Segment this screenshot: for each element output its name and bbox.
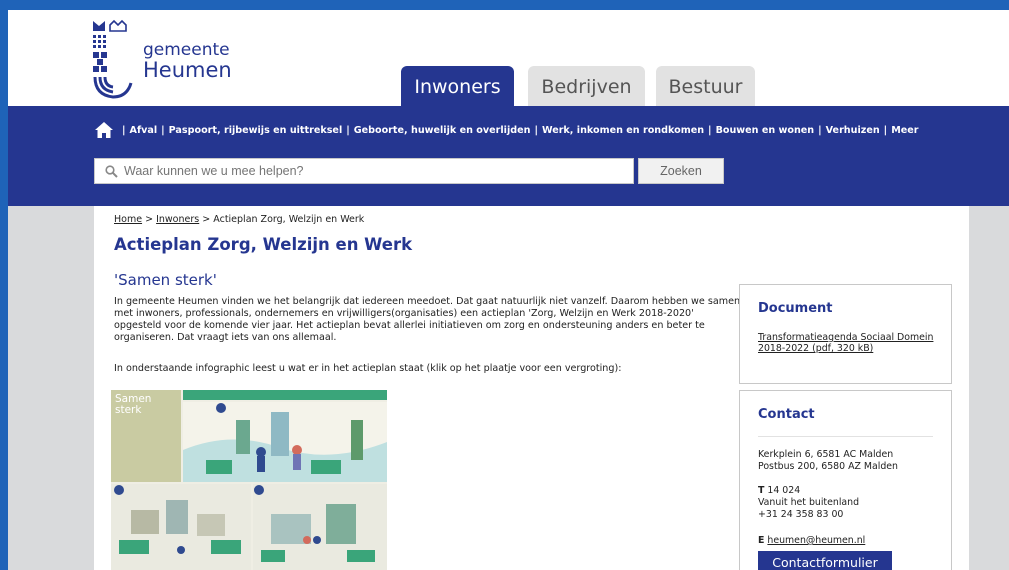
document-box: Document Transformatieagenda Sociaal Dom… <box>739 284 952 384</box>
contact-email-row: E heumen@heumen.nl <box>758 535 865 547</box>
nav-link-paspoort[interactable]: Paspoort, rijbewijs en uittreksel <box>169 125 343 136</box>
search-button[interactable]: Zoeken <box>638 158 724 184</box>
email-link[interactable]: heumen@heumen.nl <box>767 535 865 546</box>
nav-separator: | <box>161 124 165 136</box>
document-title: Document <box>758 301 833 316</box>
topic-menu: | Afval | Paspoort, rijbewijs en uittrek… <box>94 120 918 140</box>
infographic-intro: In onderstaande infographic leest u wat … <box>114 363 622 374</box>
contact-phone-row: T 14 024 <box>758 485 800 497</box>
main-navigation: | Afval | Paspoort, rijbewijs en uittrek… <box>8 106 1009 206</box>
heumen-emblem-icon <box>93 19 133 99</box>
tab-inwoners[interactable]: Inwoners <box>401 66 514 106</box>
nav-link-geboorte[interactable]: Geboorte, huwelijk en overlijden <box>354 125 531 136</box>
breadcrumb-separator: > <box>145 214 154 225</box>
search-field[interactable] <box>94 158 634 184</box>
nav-link-werk[interactable]: Werk, inkomen en rondkomen <box>542 125 704 136</box>
site-header: gemeente Heumen Inwoners Bedrijven Bestu… <box>8 10 1009 106</box>
search-icon <box>105 164 118 178</box>
contact-address-1: Kerkplein 6, 6581 AC Malden <box>758 449 894 460</box>
main-content: Home > Inwoners > Actieplan Zorg, Welzij… <box>94 206 969 570</box>
phone-label: T <box>758 485 765 496</box>
abroad-phone: +31 24 358 83 00 <box>758 509 844 520</box>
nav-separator: | <box>122 124 126 136</box>
email-label: E <box>758 535 765 546</box>
logo-text-heumen: Heumen <box>143 58 232 82</box>
section-subtitle: 'Samen sterk' <box>114 271 217 289</box>
breadcrumb-separator: > <box>202 214 211 225</box>
nav-separator: | <box>883 124 888 136</box>
intro-paragraph: In gemeente Heumen vinden we het belangr… <box>114 296 741 343</box>
abroad-label: Vanuit het buitenland <box>758 497 860 508</box>
page-title: Actieplan Zorg, Welzijn en Werk <box>114 235 413 254</box>
infographic-title: Samen sterk <box>115 393 152 416</box>
nav-separator: | <box>534 124 538 136</box>
document-link[interactable]: Transformatieagenda Sociaal Domein 2018-… <box>758 332 948 354</box>
gemeente-heumen-logo[interactable]: gemeente Heumen <box>91 17 251 101</box>
nav-link-meer[interactable]: Meer <box>891 125 918 136</box>
nav-link-afval[interactable]: Afval <box>130 125 158 136</box>
search-input[interactable] <box>124 164 624 178</box>
home-icon[interactable] <box>94 121 114 139</box>
nav-separator: | <box>818 124 822 136</box>
contact-box: Contact Kerkplein 6, 6581 AC Malden Post… <box>739 390 952 570</box>
phone-number: 14 024 <box>767 485 801 496</box>
infographic-image[interactable]: Samen sterk <box>111 390 387 570</box>
contact-divider <box>758 436 933 437</box>
nav-separator: | <box>346 124 350 136</box>
browser-page: gemeente Heumen Inwoners Bedrijven Bestu… <box>8 10 1009 570</box>
breadcrumb: Home > Inwoners > Actieplan Zorg, Welzij… <box>114 214 364 225</box>
nav-link-bouwen[interactable]: Bouwen en wonen <box>716 125 815 136</box>
nav-separator: | <box>708 124 712 136</box>
tab-bedrijven[interactable]: Bedrijven <box>528 66 645 106</box>
logo-text-gemeente: gemeente <box>143 40 230 60</box>
tab-bestuur[interactable]: Bestuur <box>656 66 755 106</box>
contact-address-2: Postbus 200, 6580 AZ Malden <box>758 461 898 472</box>
contact-title: Contact <box>758 407 815 422</box>
nav-link-verhuizen[interactable]: Verhuizen <box>826 125 880 136</box>
infographic-illustration <box>111 390 387 570</box>
breadcrumb-current: Actieplan Zorg, Welzijn en Werk <box>213 214 365 225</box>
contact-form-button[interactable]: Contactformulier <box>758 551 892 570</box>
breadcrumb-inwoners[interactable]: Inwoners <box>156 214 199 225</box>
breadcrumb-home[interactable]: Home <box>114 214 142 225</box>
